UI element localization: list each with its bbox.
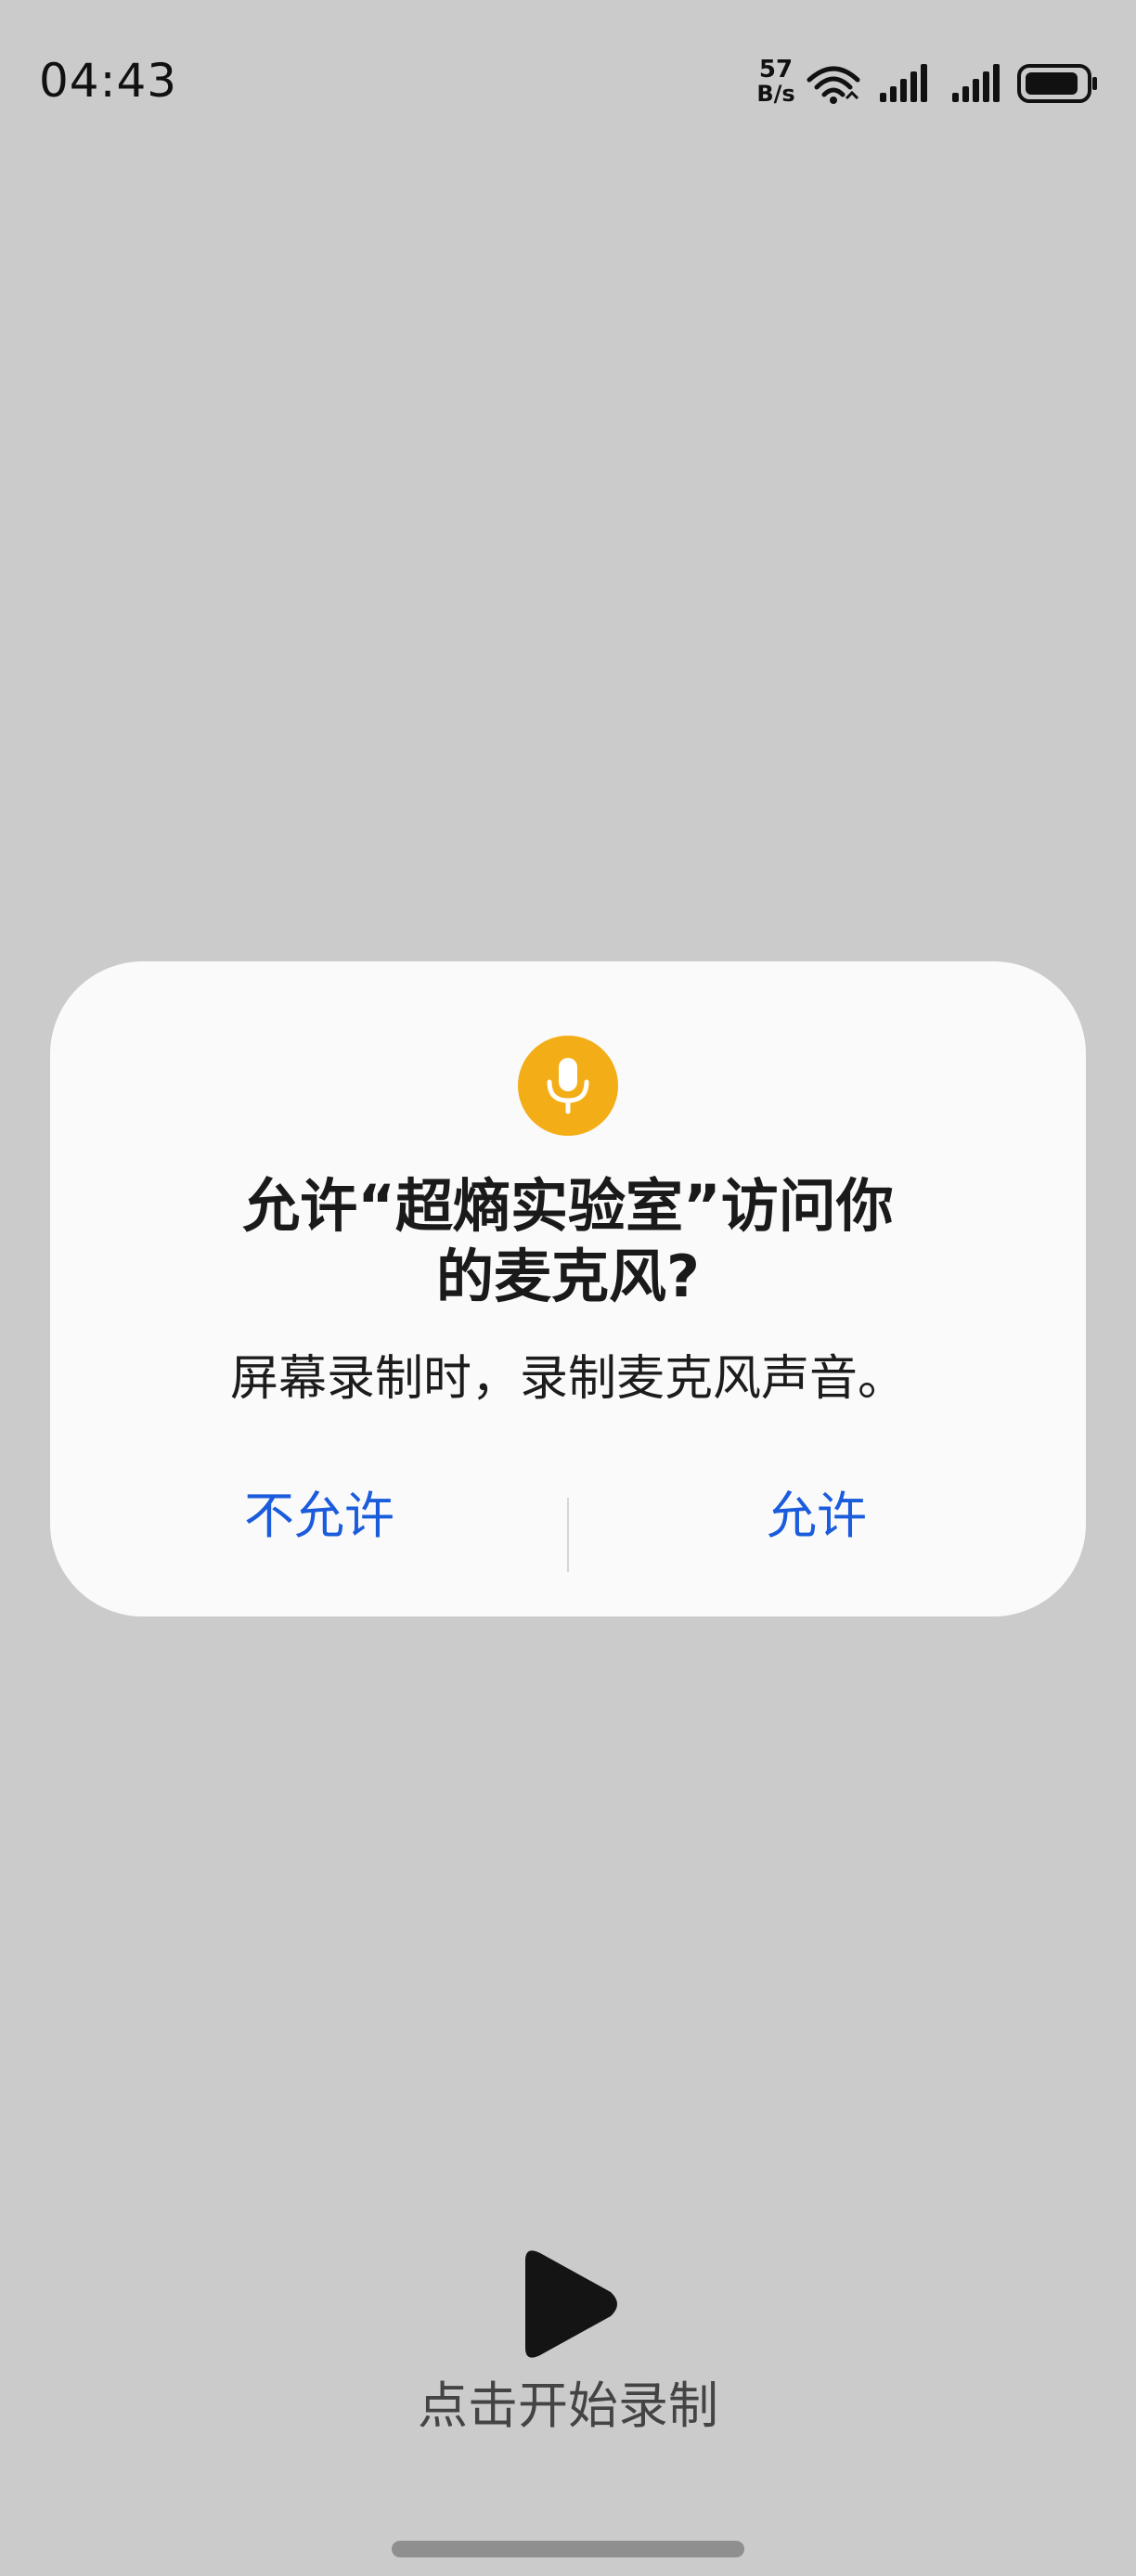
signal-icon bbox=[952, 64, 1000, 102]
dialog-message: 屏幕录制时，录制麦克风声音。 bbox=[229, 1351, 906, 1407]
play-icon[interactable] bbox=[512, 2244, 624, 2364]
button-divider bbox=[567, 1498, 569, 1572]
wifi-icon bbox=[807, 66, 860, 104]
status-time: 04:43 bbox=[39, 54, 178, 108]
permission-dialog: 允许“超熵实验室”访问你 的麦克风? 屏幕录制时，录制麦克风声音。 不允许 允许 bbox=[50, 961, 1086, 1616]
deny-button[interactable]: 不允许 bbox=[106, 1461, 533, 1572]
microphone-icon bbox=[547, 1058, 589, 1114]
battery-icon bbox=[1017, 64, 1097, 103]
dialog-title: 允许“超熵实验室”访问你 的麦克风? bbox=[189, 1171, 947, 1312]
network-speed: 57 B/s bbox=[752, 58, 800, 106]
status-icons: 57 B/s bbox=[746, 0, 1136, 167]
signal-icon bbox=[880, 64, 927, 102]
network-speed-value: 57 bbox=[758, 56, 794, 84]
dialog-buttons: 不允许 允许 bbox=[50, 1461, 1086, 1572]
start-recording-label[interactable]: 点击开始录制 bbox=[290, 2374, 846, 2439]
dialog-title-line-2: 的麦克风? bbox=[436, 1243, 700, 1310]
status-bar: 04:43 57 B/s bbox=[0, 0, 1136, 167]
microphone-badge bbox=[518, 1036, 618, 1136]
dialog-title-line-1: 允许“超熵实验室”访问你 bbox=[242, 1172, 894, 1240]
home-indicator[interactable] bbox=[392, 2541, 744, 2557]
network-speed-unit: B/s bbox=[756, 81, 795, 107]
allow-button[interactable]: 允许 bbox=[603, 1461, 1030, 1572]
